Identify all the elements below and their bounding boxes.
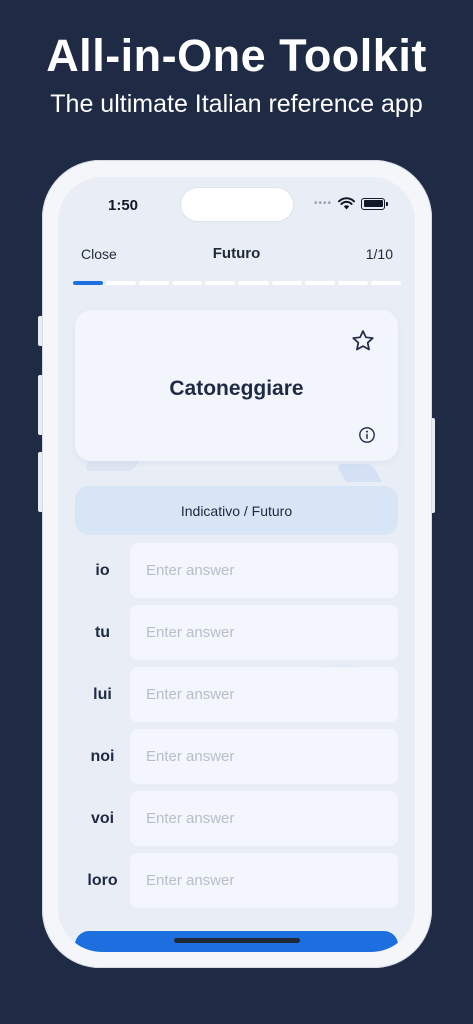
pronoun-label: lui <box>93 685 112 703</box>
star-icon[interactable] <box>350 328 376 354</box>
conjugation-row-loro: loro <box>75 853 398 908</box>
card-decoration <box>335 464 383 482</box>
question-counter: 1/10 <box>365 246 393 262</box>
progress-segment <box>172 281 203 285</box>
progress-bar <box>73 281 401 285</box>
pronoun-label: tu <box>94 623 111 641</box>
pronoun-label: loro <box>87 871 118 889</box>
progress-segment <box>304 281 335 285</box>
wifi-icon <box>338 197 355 210</box>
promo-subhead: The ultimate Italian reference app <box>50 90 423 118</box>
pronoun-label: noi <box>90 747 115 765</box>
page-title: Futuro <box>212 245 261 262</box>
answer-input-lui[interactable] <box>130 667 398 722</box>
answer-input-noi[interactable] <box>130 729 398 784</box>
progress-segment <box>106 281 137 285</box>
promo-headline: All-in-One Toolkit <box>46 30 427 81</box>
dynamic-island <box>181 188 293 221</box>
progress-segment <box>205 281 236 285</box>
answer-input-io[interactable] <box>130 543 398 598</box>
tense-label: Indicativo / Futuro <box>75 486 398 535</box>
answer-input-tu[interactable] <box>130 605 398 660</box>
conjugation-row-voi: voi <box>75 791 398 846</box>
status-icons: •••• <box>313 197 388 210</box>
battery-icon <box>361 197 388 210</box>
progress-segment <box>271 281 302 285</box>
signal-icon: •••• <box>313 198 332 209</box>
conjugation-row-tu: tu <box>75 605 398 660</box>
progress-segment <box>139 281 170 285</box>
home-indicator <box>174 938 300 943</box>
answer-input-voi[interactable] <box>130 791 398 846</box>
conjugation-row-lui: lui <box>75 667 398 722</box>
verb-word: Catoneggiare <box>169 377 304 400</box>
verb-card: Catoneggiare <box>75 310 398 461</box>
progress-segment <box>337 281 368 285</box>
status-time: 1:50 <box>108 197 139 214</box>
pronoun-label: voi <box>90 809 115 827</box>
answer-input-loro[interactable] <box>130 853 398 908</box>
pronoun-label: io <box>95 561 110 579</box>
conjugation-list: io tu lui noi voi loro <box>75 543 398 915</box>
conjugation-row-io: io <box>75 543 398 598</box>
app-screen: 1:50 •••• Close Futuro 1/10 Catoneggiare… <box>58 177 415 952</box>
progress-segment <box>238 281 269 285</box>
progress-segment <box>73 281 104 285</box>
progress-segment <box>370 281 401 285</box>
conjugation-row-noi: noi <box>75 729 398 784</box>
info-icon[interactable] <box>358 426 376 444</box>
